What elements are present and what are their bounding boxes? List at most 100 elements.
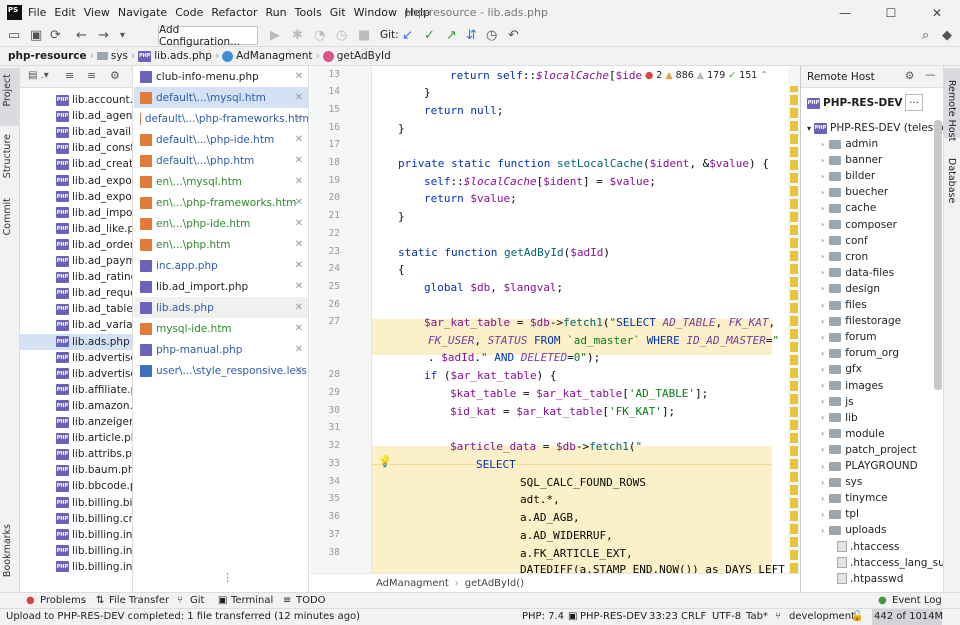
expand-all-icon[interactable]: ≡ (87, 69, 96, 82)
php-version[interactable]: PHP: 7.4 (522, 611, 564, 622)
code-line[interactable]: return $value; (424, 192, 517, 205)
chevron-right-icon[interactable]: › (821, 156, 824, 165)
project-file-item[interactable]: PHPlib.amazon.php (56, 398, 132, 414)
remote-host-tool-tab[interactable]: Remote Host (946, 80, 957, 141)
project-tool-tab[interactable]: Project (2, 74, 13, 107)
open-file-tab[interactable]: club-info-menu.php ✕ (134, 66, 308, 87)
minimize-panel-icon[interactable]: — (925, 69, 936, 81)
todo-tab[interactable]: TODO (296, 595, 326, 606)
browse-button[interactable]: ... (905, 94, 923, 111)
chevron-right-icon[interactable]: › (821, 252, 824, 261)
chevron-right-icon[interactable]: › (821, 140, 824, 149)
close-tab-icon[interactable]: ✕ (295, 155, 303, 166)
code-line[interactable]: SQL_CALC_FOUND_ROWS (520, 476, 646, 489)
remote-folder-item[interactable]: › patch_project (821, 442, 917, 458)
breadcrumb-method[interactable]: getAdById (337, 50, 391, 62)
remote-folder-item[interactable]: › uploads (821, 522, 886, 538)
project-file-item[interactable]: PHPlib.ad_create.p (56, 156, 132, 172)
file-encoding[interactable]: UTF-8 (712, 611, 741, 622)
chevron-right-icon[interactable]: › (821, 188, 824, 197)
search-everywhere-icon[interactable]: ⌕ (922, 28, 929, 43)
code-line[interactable]: } (398, 210, 405, 223)
view-options-icon[interactable]: ▤ .▾ (28, 70, 49, 81)
open-file-tab[interactable]: en\...\php-ide.htm ✕ (134, 213, 308, 234)
chevron-right-icon[interactable]: › (821, 333, 824, 342)
chevron-right-icon[interactable]: › (821, 317, 824, 326)
remote-folder-item[interactable]: › module (821, 426, 885, 442)
remote-folder-item[interactable]: › forum (821, 329, 877, 345)
close-tab-icon[interactable]: ✕ (295, 71, 303, 82)
breadcrumb-file[interactable]: lib.ads.php (154, 50, 212, 62)
code-line[interactable]: global $db, $langval; (424, 281, 563, 294)
remote-folder-item[interactable]: › PLAYGROUND (821, 458, 918, 474)
project-file-item[interactable]: PHPlib.attribs.php (56, 446, 132, 462)
project-file-item[interactable]: PHPlib.ad_order.ph (56, 237, 132, 253)
lightbulb-icon[interactable]: 💡 (378, 455, 392, 468)
chevron-right-icon[interactable]: › (821, 220, 824, 229)
project-file-item[interactable]: PHPlib.ad_import.p (56, 205, 132, 221)
code-line[interactable]: } (398, 122, 405, 135)
project-file-item[interactable]: PHPlib.advertisem (56, 350, 132, 366)
menu-view[interactable]: View (84, 6, 110, 19)
remote-folder-item[interactable]: › files (821, 297, 867, 313)
project-file-item[interactable]: PHPlib.affiliate.php (56, 382, 132, 398)
remote-folder-item[interactable]: › js (821, 394, 854, 410)
project-file-item[interactable]: PHPlib.ad_paymen (56, 253, 132, 269)
project-file-item[interactable]: PHPlib.bbcode.php (56, 478, 132, 494)
open-file-tab[interactable]: user\...\style_responsive.less ✕ (134, 360, 308, 381)
event-log-tab[interactable]: Event Log (892, 595, 942, 606)
open-file-tab[interactable]: lib.ads.php ✕ (134, 297, 308, 318)
chevron-right-icon[interactable]: › (821, 397, 824, 406)
close-tab-icon[interactable]: ✕ (295, 302, 303, 313)
project-file-item[interactable]: PHPlib.article.php (56, 430, 132, 446)
chevron-right-icon[interactable]: › (821, 381, 824, 390)
remote-folder-item[interactable]: › filestorage (821, 313, 901, 329)
remote-folder-item[interactable]: › gfx (821, 361, 862, 377)
project-file-item[interactable]: PHPlib.advertisem (56, 366, 132, 382)
git-history-icon[interactable]: ◷ (486, 28, 497, 43)
menu-window[interactable]: Window (354, 6, 397, 19)
remote-file-item[interactable]: .htpasswd (837, 571, 903, 587)
remote-folder-item[interactable]: › admin (821, 136, 878, 152)
remote-file-item[interactable]: .htaccess_lang_subdir (837, 555, 943, 571)
chevron-right-icon[interactable]: › (821, 268, 824, 277)
close-tab-icon[interactable]: ✕ (295, 113, 303, 124)
crumb-method[interactable]: getAdById() (465, 578, 524, 589)
run-icon[interactable]: ▶ (270, 28, 280, 43)
menu-code[interactable]: Code (175, 6, 203, 19)
project-file-item[interactable]: PHPlib.billing.invo (56, 559, 132, 575)
chevron-right-icon[interactable]: › (821, 494, 824, 503)
code-line[interactable]: self::$localCache[$ident] = $value; (424, 175, 656, 188)
git-push-icon[interactable]: ↗ (446, 28, 457, 43)
close-tab-icon[interactable]: ✕ (295, 218, 303, 229)
code-line[interactable]: $article_data = $db->fetch1(" (450, 440, 642, 453)
open-file-tab[interactable]: en\...\mysql.htm ✕ (134, 171, 308, 192)
add-configuration-button[interactable]: Add Configuration... (158, 24, 258, 48)
status-message[interactable]: Upload to PHP-RES-DEV completed: 1 file … (6, 611, 360, 622)
code-line[interactable]: . $adId." AND DELETED=0"); (428, 351, 600, 364)
code-line[interactable]: return null; (424, 104, 504, 117)
project-file-item[interactable]: PHPlib.ad_variants (56, 317, 132, 333)
remote-scrollbar[interactable] (934, 120, 942, 390)
code-line[interactable]: SELECT (476, 458, 516, 471)
indent-setting[interactable]: Tab* (746, 611, 768, 622)
open-file-tab[interactable]: default\...\php.htm ✕ (134, 150, 308, 171)
chevron-right-icon[interactable]: › (821, 204, 824, 213)
chevron-right-icon[interactable]: › (821, 301, 824, 310)
project-file-item[interactable]: PHPlib.billing.invo (56, 543, 132, 559)
code-line[interactable]: FK_USER, STATUS FROM `ad_master` WHERE I… (428, 334, 779, 347)
project-file-item[interactable]: PHPlib.ad_request. (56, 285, 132, 301)
code-line[interactable]: $ar_kat_table = $db->fetch1("SELECT AD_T… (424, 316, 775, 329)
back-arrow-icon[interactable]: ← (76, 28, 87, 43)
chevron-right-icon[interactable]: › (821, 445, 824, 454)
menu-tools[interactable]: Tools (295, 6, 322, 19)
line-separator[interactable]: CRLF (681, 611, 706, 622)
remote-folder-item[interactable]: › banner (821, 152, 882, 168)
menu-refactor[interactable]: Refactor (211, 6, 257, 19)
structure-tool-tab[interactable]: Structure (2, 134, 13, 178)
code-line[interactable]: a.AD_AGB, (520, 511, 580, 524)
project-file-item[interactable]: PHPlib.ad_availabi (56, 124, 132, 140)
crumb-class[interactable]: AdManagment (376, 578, 449, 589)
gear-icon[interactable]: ⚙ (110, 69, 120, 82)
close-window-button[interactable]: ✕ (914, 0, 960, 25)
